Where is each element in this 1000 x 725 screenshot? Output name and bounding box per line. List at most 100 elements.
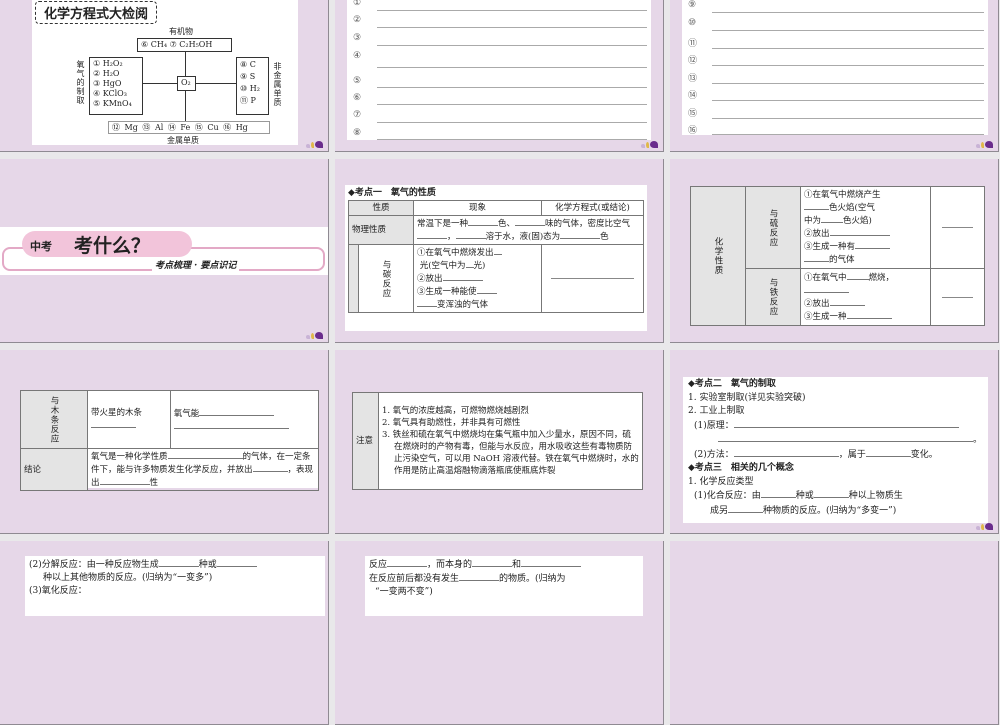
- blank-number: ⑩: [688, 18, 697, 28]
- blank-number: ⑧: [353, 128, 362, 138]
- blank-number: ⑤: [353, 76, 362, 86]
- text-line: (1)化合反应：由 种或 种以上物质生: [688, 489, 983, 504]
- answer-line: [377, 104, 647, 105]
- item: ③ HgO: [93, 79, 122, 88]
- text: ②放出: [804, 299, 830, 310]
- text-line: 成另 种物质的反应。(归纳为“多变一”): [688, 504, 983, 519]
- text: 种物质的反应。(归纳为“多变一”): [763, 505, 897, 516]
- text-line: (1)原理：: [688, 419, 983, 434]
- note-item: 3. 铁丝和硫在氧气中燃烧均在集气瓶中加入少量水，原因不同，硫在燃烧时的产物有毒…: [382, 430, 639, 476]
- slide-thumbnail-2[interactable]: ① ② ③ ④ ⑤ ⑥ ⑦ ⑧: [335, 0, 664, 152]
- slide-content: ⑨ ⑩ ⑪ ⑫ ⑬ ⑭ ⑮ ⑯: [682, 0, 988, 136]
- slide-thumbnail-11[interactable]: 反应 ，而本身的 和 在反应前后都没有发生 的物质。(归纳为 “一变两不变”): [335, 541, 664, 725]
- slide-thumbnail-8[interactable]: 注意 1. 氧气的浓度越高，可燃物燃烧越剧烈 2. 氧气具有助燃性，并非具有可燃…: [335, 350, 664, 534]
- heading-text: 考点一 氧气的性质: [354, 188, 436, 198]
- item: ④ KClO₃: [93, 89, 127, 98]
- header-cell: 化学方程式(或结论): [540, 200, 645, 216]
- text: ③生成一种有: [804, 242, 856, 253]
- blank-number: ②: [353, 15, 362, 25]
- text-line: (2)分解反应：由一种反应物生成 种或: [29, 558, 321, 572]
- notes-table: 注意 1. 氧气的浓度越高，可燃物燃烧越剧烈 2. 氧气具有助燃性，并非具有可燃…: [352, 392, 643, 490]
- o2-box: O₂: [177, 76, 196, 91]
- slide-content: 化学性质 与硫反应 ①在氧气中燃烧产生 色火焰(空气 中为 色火焰) ②放出 ③生成一种有…: [690, 185, 985, 326]
- slide-thumbnail-10[interactable]: (2)分解反应：由一种反应物生成 种或 种以上其他物质的反应。(归纳为“一变多”)…: [0, 541, 329, 725]
- slide-thumbnail-6[interactable]: 化学性质 与硫反应 ①在氧气中燃烧产生 色火焰(空气 中为 色火焰) ②放出 ③生成一种有…: [670, 159, 999, 343]
- slide-thumbnail-9[interactable]: ◆考点二 氧气的制取 1. 实验室制取(详见实验突破) 2. 工业上制取 (1)…: [670, 350, 999, 534]
- row-label: 物理性质: [348, 215, 414, 245]
- item: ⑧ C: [240, 60, 256, 69]
- chem-properties-table: 化学性质 与硫反应 ①在氧气中燃烧产生 色火焰(空气 中为 色火焰) ②放出 ③生成一种有…: [690, 185, 985, 326]
- note-item: 1. 氧气的浓度越高，可燃物燃烧越剧烈: [382, 406, 529, 416]
- blank-number: ④: [353, 51, 362, 61]
- blank-number: ⑪: [688, 39, 698, 49]
- slide-thumbnail-1[interactable]: 化学方程式大检阅 有机物 ⑥ CH₄ ⑦ C₂H₅OH O₂ 氧气的制取 ① H…: [0, 0, 329, 152]
- row-label: 结论: [20, 448, 88, 491]
- phenomenon-cell: ①在氧气中燃烧产生 色火焰(空气 中为 色火焰) ②放出 ③生成一种有 的气体: [800, 185, 931, 270]
- bottom-label: 金属单质: [167, 136, 199, 145]
- slide-thumbnail-3[interactable]: ⑨ ⑩ ⑪ ⑫ ⑬ ⑭ ⑮ ⑯: [670, 0, 999, 152]
- slide-title: 化学方程式大检阅: [35, 1, 158, 24]
- ornament-icon: [306, 140, 324, 148]
- section-heading: ◆考点二 氧气的制取: [688, 379, 776, 389]
- slide-content: ◆考点二 氧气的制取 1. 实验室制取(详见实验突破) 2. 工业上制取 (1)…: [683, 377, 988, 523]
- text: 色: [600, 232, 609, 242]
- notes-cell: 1. 氧气的浓度越高，可燃物燃烧越剧烈 2. 氧气具有助燃性，并非具有可燃性 3…: [378, 392, 643, 490]
- ornament-icon: [976, 522, 994, 530]
- slide-thumbnail-7[interactable]: 与木条反应 带火星的木条 氧气能 结论 氧气是一种化学性质 的气体，在一定条件下，…: [0, 350, 329, 534]
- text-line: 2. 工业上制取: [688, 406, 745, 416]
- blank-number: ⑯: [688, 126, 698, 136]
- answer-line: [377, 139, 647, 140]
- text: 氧气能: [173, 408, 200, 419]
- answer-line: [377, 10, 647, 11]
- properties-table: 性质 现象 化学方程式(或结论) 物理性质 常温下是一种 色、 味的气体，密度比空气 ， 溶…: [348, 200, 645, 313]
- heading-text: 考点三 相关的几个概念: [694, 463, 794, 473]
- answer-line: [712, 48, 984, 49]
- text: 色火焰(空气: [829, 203, 875, 214]
- slide-content: (2)分解反应：由一种反应物生成 种或 种以上其他物质的反应。(归纳为“一变多”)…: [25, 556, 325, 616]
- text: ①在氧气中燃烧产生: [804, 190, 881, 201]
- slide-thumbnail-12[interactable]: [670, 541, 999, 725]
- blank-number: ③: [353, 33, 362, 43]
- row-label: 与木条反应: [20, 390, 88, 449]
- ornament-icon: [306, 331, 324, 339]
- text: 光(空气中为: [419, 261, 466, 271]
- text: 种或: [198, 560, 217, 570]
- answer-line: [712, 65, 984, 66]
- phys-cell: 常温下是一种 色、 味的气体，密度比空气 ， 溶于水，液(固)态为 色: [413, 215, 644, 245]
- conclusion-cell: 氧气是一种化学性质 的气体，在一定条件下，能与许多物质发生化学反应，并放出 ，表现出…: [87, 448, 319, 491]
- text: 变浑浊的气体: [437, 300, 489, 310]
- banner-prefix: 中考: [30, 240, 52, 253]
- item: ⑫ Mg: [112, 123, 138, 132]
- blank-number: ⑨: [688, 0, 697, 10]
- text: 种以上物质生: [848, 491, 903, 501]
- ornament-icon: [976, 140, 994, 148]
- blank-number: ⑫: [688, 56, 698, 66]
- row-label: 与铁反应: [745, 268, 801, 326]
- text-line: “一变两不变”): [375, 587, 433, 597]
- result-cell: 氧气能: [169, 390, 320, 449]
- text: 带火星的木条: [91, 408, 143, 418]
- slide-thumbnail-5[interactable]: ◆考点一 氧气的性质 性质 现象 化学方程式(或结论) 物理性质 常温下是一种 色、 味…: [335, 159, 664, 343]
- item: ① H₂O₂: [93, 59, 123, 68]
- slide-thumbnail-4[interactable]: 中考 考什么？ 考点梳理 · 要点识记: [0, 159, 329, 343]
- bottom-box: ⑫ Mg ⑬ Al ⑭ Fe ⑮ Cu ⑯ Hg: [108, 121, 270, 134]
- answer-line: [712, 118, 984, 119]
- item: ⑬ Al: [142, 123, 164, 132]
- item: ⑪ P: [240, 96, 256, 105]
- slide-content: 与木条反应 带火星的木条 氧气能 结论 氧气是一种化学性质 的气体，在一定条件下，…: [20, 390, 320, 491]
- row-label: 与碳反应: [358, 244, 414, 313]
- answer-line: [712, 30, 984, 31]
- section-heading: ◆考点一 氧气的性质: [348, 188, 436, 198]
- row-label: 与硫反应: [745, 185, 801, 270]
- text-line: (2)方法： ，属于 变化。: [688, 448, 983, 463]
- text-line: 反应 ，而本身的 和: [369, 558, 639, 572]
- blank-number: ⑭: [688, 91, 698, 101]
- answer-line: [712, 100, 984, 101]
- text: 性: [149, 478, 159, 488]
- banner-title: 考什么？: [74, 235, 151, 257]
- text: 中为: [804, 216, 822, 227]
- blank-number: ⑥: [353, 93, 362, 103]
- blank-number: ①: [353, 0, 362, 8]
- text: 成另: [710, 505, 729, 516]
- slide-content: ◆考点一 氧气的性质 性质 现象 化学方程式(或结论) 物理性质 常温下是一种 色、 味…: [345, 185, 647, 331]
